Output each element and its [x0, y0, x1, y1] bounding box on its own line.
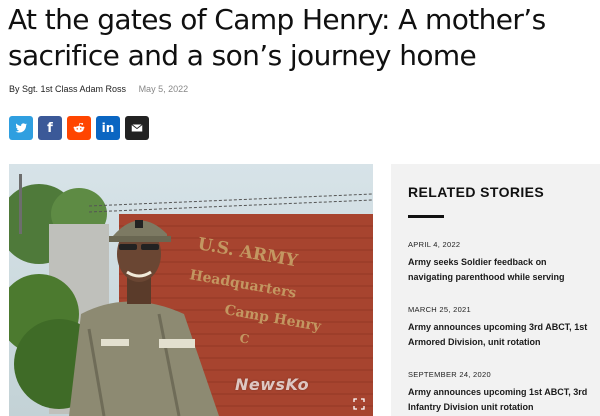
photo-watermark: NewsKo	[235, 375, 310, 394]
heading-divider	[408, 215, 444, 218]
story-date: MARCH 25, 2021	[408, 305, 471, 314]
story-title-link[interactable]: Army seeks Soldier feedback on navigatin…	[408, 255, 588, 285]
related-stories-heading: RELATED STORIES	[408, 184, 545, 200]
email-icon	[131, 124, 143, 132]
story-title-link[interactable]: Army announces upcoming 3rd ABCT, 1st Ar…	[408, 320, 588, 350]
share-twitter-button[interactable]	[9, 116, 33, 140]
related-story: SEPTEMBER 24, 2020 Army announces upcomi…	[408, 370, 588, 415]
story-date: SEPTEMBER 24, 2020	[408, 370, 491, 379]
share-bar: f in	[9, 116, 149, 140]
share-email-button[interactable]	[125, 116, 149, 140]
facebook-icon: f	[47, 120, 53, 136]
article-photo[interactable]: U.S. ARMY Headquarters Camp Henry C News…	[9, 164, 373, 416]
related-stories-panel: RELATED STORIES APRIL 4, 2022 Army seeks…	[391, 164, 600, 416]
story-date: APRIL 4, 2022	[408, 240, 461, 249]
story-title-link[interactable]: Army announces upcoming 1st ABCT, 3rd In…	[408, 385, 588, 415]
share-linkedin-button[interactable]: in	[96, 116, 120, 140]
related-story: APRIL 4, 2022 Army seeks Soldier feedbac…	[408, 240, 588, 285]
publish-date: May 5, 2022	[138, 84, 189, 94]
reddit-icon	[73, 122, 85, 133]
linkedin-icon: in	[101, 121, 115, 135]
share-reddit-button[interactable]	[67, 116, 91, 140]
soldier-photo-illustration: U.S. ARMY Headquarters Camp Henry C	[9, 164, 373, 416]
related-story: MARCH 25, 2021 Army announces upcoming 3…	[408, 305, 588, 350]
share-facebook-button[interactable]: f	[38, 116, 62, 140]
article-headline: At the gates of Camp Henry: A mother’s s…	[8, 3, 546, 72]
twitter-icon	[15, 123, 28, 133]
author-link[interactable]: By Sgt. 1st Class Adam Ross	[9, 84, 126, 94]
expand-icon[interactable]	[353, 398, 365, 410]
byline: By Sgt. 1st Class Adam Ross May 5, 2022	[9, 84, 188, 94]
